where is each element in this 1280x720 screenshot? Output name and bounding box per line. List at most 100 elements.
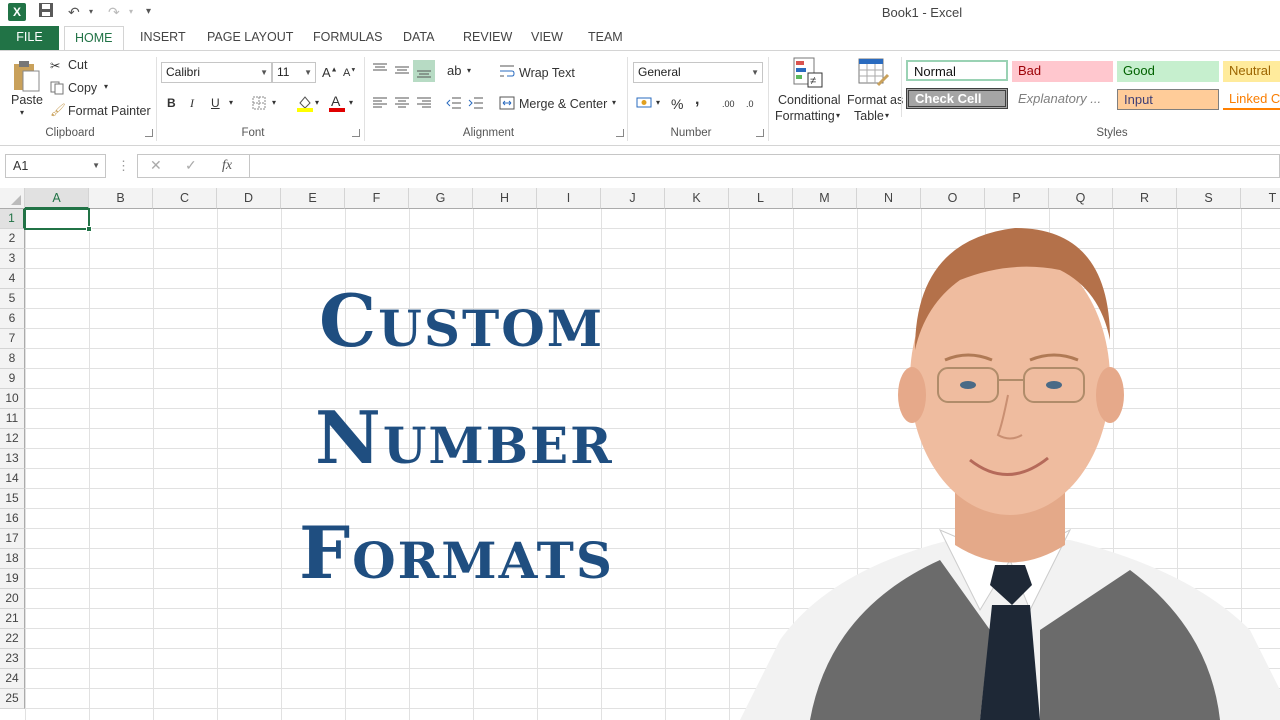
row-header-2[interactable]: 2	[0, 229, 25, 249]
conditional-formatting-label-2[interactable]: Formatting	[775, 109, 835, 123]
percent-style-button[interactable]: %	[671, 96, 683, 112]
row-header-19[interactable]: 19	[0, 569, 25, 589]
cancel-icon[interactable]: ✕	[150, 157, 162, 174]
column-header-q[interactable]: Q	[1049, 188, 1113, 209]
align-center-icon[interactable]	[394, 96, 410, 115]
tab-formulas[interactable]: FORMULAS	[303, 26, 392, 50]
column-header-c[interactable]: C	[153, 188, 217, 209]
merge-center-button[interactable]: Merge & Center	[519, 97, 607, 111]
row-header-10[interactable]: 10	[0, 389, 25, 409]
column-header-o[interactable]: O	[921, 188, 985, 209]
style-check-cell[interactable]: Check Cell	[906, 88, 1008, 109]
column-header-i[interactable]: I	[537, 188, 601, 209]
format-painter-icon[interactable]: 🖌	[50, 103, 66, 118]
align-right-icon[interactable]	[416, 96, 432, 115]
row-header-11[interactable]: 11	[0, 409, 25, 429]
font-launcher-icon[interactable]	[352, 129, 360, 137]
cut-icon[interactable]: ✂	[50, 58, 60, 73]
enter-icon[interactable]: ✓	[185, 157, 197, 174]
format-as-table-label-1[interactable]: Format as	[847, 93, 903, 107]
row-header-15[interactable]: 15	[0, 489, 25, 509]
column-header-e[interactable]: E	[281, 188, 345, 209]
font-color-icon[interactable]: A	[328, 93, 346, 118]
style-good[interactable]: Good	[1117, 61, 1219, 82]
column-header-f[interactable]: F	[345, 188, 409, 209]
tab-review[interactable]: REVIEW	[453, 26, 522, 50]
fill-color-dropdown-icon[interactable]: ▾	[315, 98, 319, 107]
paste-button[interactable]: Paste	[11, 93, 43, 107]
column-header-j[interactable]: J	[601, 188, 665, 209]
decrease-font-size-icon[interactable]: A▼	[343, 67, 356, 79]
copy-button[interactable]: Copy	[68, 81, 97, 95]
column-header-g[interactable]: G	[409, 188, 473, 209]
formula-input[interactable]	[249, 154, 1280, 178]
accounting-dropdown-icon[interactable]: ▾	[656, 98, 660, 107]
orientation-icon[interactable]: ab	[447, 63, 461, 78]
increase-font-size-icon[interactable]: A▲	[322, 65, 338, 80]
style-neutral[interactable]: Neutral	[1223, 61, 1280, 82]
style-bad[interactable]: Bad	[1012, 61, 1113, 82]
column-header-h[interactable]: H	[473, 188, 537, 209]
align-middle-icon[interactable]	[394, 62, 410, 81]
tab-team[interactable]: TEAM	[578, 26, 633, 50]
select-all-corner[interactable]	[0, 188, 25, 209]
row-header-1[interactable]: 1	[0, 209, 25, 229]
tab-home[interactable]: HOME	[64, 26, 124, 51]
orientation-dropdown-icon[interactable]: ▾	[467, 66, 471, 75]
column-header-k[interactable]: K	[665, 188, 729, 209]
formula-bar-grip-icon[interactable]: ⋮	[117, 158, 130, 174]
row-header-21[interactable]: 21	[0, 609, 25, 629]
format-as-table-label-2[interactable]: Table	[854, 109, 884, 123]
column-header-s[interactable]: S	[1177, 188, 1241, 209]
borders-dropdown-icon[interactable]: ▾	[272, 98, 276, 107]
font-color-dropdown-icon[interactable]: ▾	[349, 98, 353, 107]
merge-center-icon[interactable]	[499, 96, 515, 115]
copy-icon[interactable]	[50, 81, 64, 100]
column-header-b[interactable]: B	[89, 188, 153, 209]
column-header-a[interactable]: A	[25, 188, 89, 209]
comma-style-button[interactable]: ,	[695, 91, 699, 109]
row-header-24[interactable]: 24	[0, 669, 25, 689]
decrease-indent-icon[interactable]	[446, 96, 462, 115]
font-name-select[interactable]: Calibri ▼	[161, 62, 272, 83]
font-size-select[interactable]: 11 ▼	[272, 62, 316, 83]
borders-icon[interactable]	[252, 96, 266, 115]
style-input[interactable]: Input	[1117, 89, 1219, 110]
accounting-format-icon[interactable]	[636, 96, 652, 115]
bold-button[interactable]: B	[167, 96, 176, 110]
name-box[interactable]: A1 ▼	[5, 154, 106, 178]
clipboard-launcher-icon[interactable]	[145, 129, 153, 137]
tab-page-layout[interactable]: PAGE LAYOUT	[197, 26, 303, 50]
row-header-5[interactable]: 5	[0, 289, 25, 309]
row-header-7[interactable]: 7	[0, 329, 25, 349]
underline-button[interactable]: U	[211, 96, 220, 110]
tab-view[interactable]: VIEW	[521, 26, 573, 50]
tab-data[interactable]: DATA	[393, 26, 444, 50]
row-header-16[interactable]: 16	[0, 509, 25, 529]
style-normal[interactable]: Normal	[906, 60, 1008, 81]
column-header-r[interactable]: R	[1113, 188, 1177, 209]
decrease-decimal-button[interactable]: .0	[746, 99, 754, 109]
increase-decimal-button[interactable]: .00	[722, 99, 735, 109]
column-header-m[interactable]: M	[793, 188, 857, 209]
row-header-18[interactable]: 18	[0, 549, 25, 569]
align-bottom-icon[interactable]	[413, 60, 435, 82]
conditional-formatting-dropdown-icon[interactable]: ▾	[836, 111, 840, 120]
row-header-17[interactable]: 17	[0, 529, 25, 549]
tab-file[interactable]: FILE	[0, 26, 59, 50]
row-header-8[interactable]: 8	[0, 349, 25, 369]
row-header-14[interactable]: 14	[0, 469, 25, 489]
row-header-25[interactable]: 25	[0, 689, 25, 709]
fill-color-icon[interactable]	[296, 94, 314, 117]
row-header-13[interactable]: 13	[0, 449, 25, 469]
format-painter-button[interactable]: Format Painter	[68, 104, 151, 118]
tab-insert[interactable]: INSERT	[130, 26, 196, 50]
underline-dropdown-icon[interactable]: ▾	[229, 98, 233, 107]
format-as-table-dropdown-icon[interactable]: ▾	[885, 111, 889, 120]
column-header-p[interactable]: P	[985, 188, 1049, 209]
chevron-down-icon[interactable]: ▼	[92, 155, 100, 177]
row-header-6[interactable]: 6	[0, 309, 25, 329]
merge-center-dropdown-icon[interactable]: ▾	[612, 98, 616, 107]
row-header-9[interactable]: 9	[0, 369, 25, 389]
align-top-icon[interactable]	[372, 62, 388, 81]
